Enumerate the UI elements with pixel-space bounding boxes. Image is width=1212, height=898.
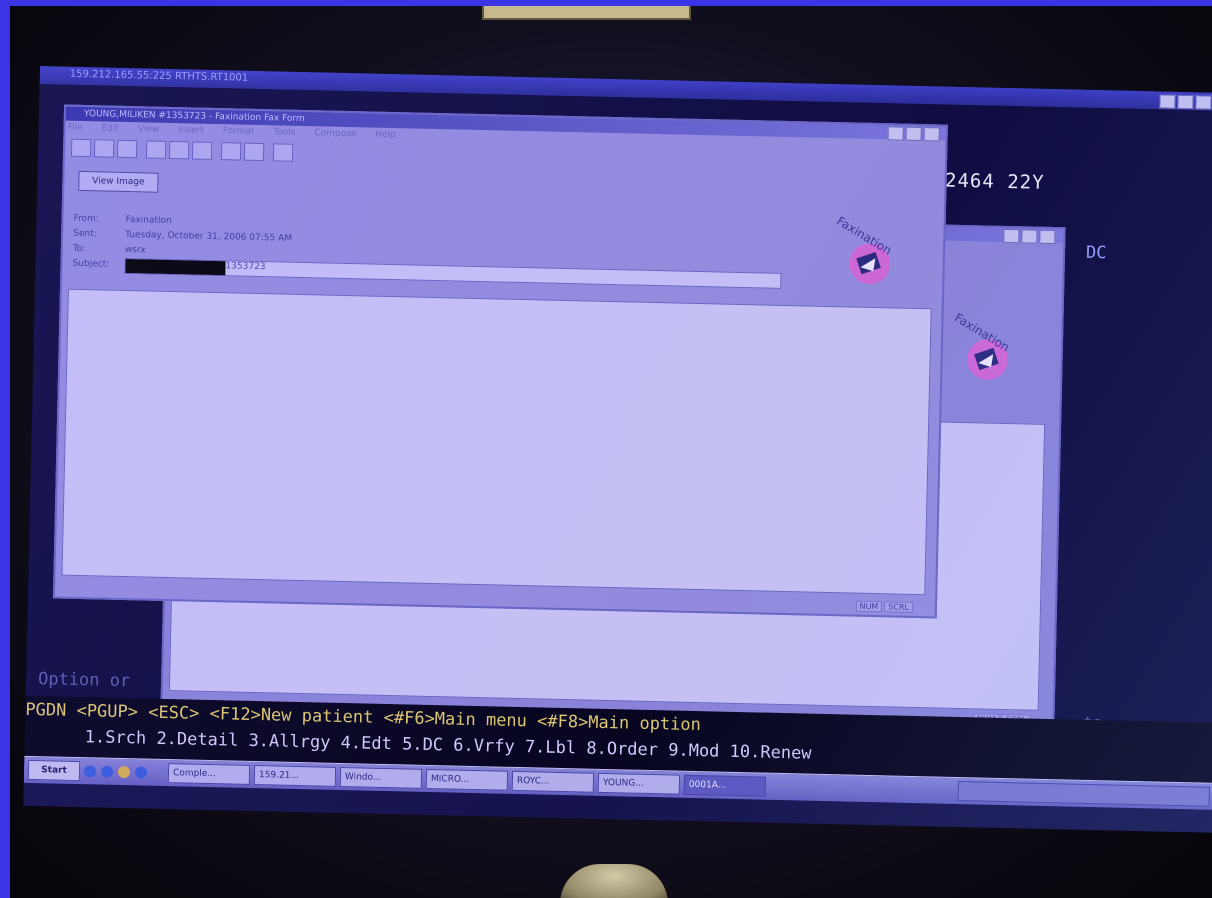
menu-view[interactable]: View (138, 124, 160, 134)
scroll-indicator: SCRL (884, 601, 914, 613)
from-row: From: Faxination (73, 214, 171, 226)
sent-row: Sent: Tuesday, October 31, 2006 07:55 AM (73, 229, 292, 244)
reply-all-icon[interactable] (168, 140, 190, 160)
start-button[interactable]: Start (27, 759, 81, 782)
option-detail[interactable]: 2.Detail (156, 729, 238, 751)
minimize-button[interactable] (1003, 228, 1020, 244)
system-tray (957, 781, 1210, 807)
to-value: wsrx (124, 244, 146, 256)
minimize-button[interactable] (1159, 94, 1176, 109)
menu-help[interactable]: Help (375, 130, 396, 140)
key-pgup[interactable]: <PGUP> (76, 701, 138, 722)
redaction-bar (125, 258, 226, 276)
outlook-icon[interactable] (117, 765, 131, 779)
subject-label: Subject: (72, 258, 110, 270)
sent-label: Sent: (73, 228, 97, 240)
monitor-stand-top (482, 6, 691, 20)
fax-toolbar (70, 138, 294, 162)
maximize-button[interactable] (905, 126, 922, 142)
option-label[interactable]: 7.Lbl (525, 737, 577, 758)
menu-tools[interactable]: Tools (273, 127, 295, 138)
close-button[interactable] (923, 127, 940, 142)
patient-id: 42464 22Y (932, 169, 1045, 194)
num-indicator: NUM (855, 600, 883, 613)
task-micro[interactable]: MICRO... (425, 768, 509, 791)
task-159[interactable]: 159.21... (253, 765, 337, 787)
fax-statusbar: NUM SCRL (855, 600, 914, 613)
subject-row: Subject: (72, 259, 124, 270)
forward-icon[interactable] (191, 141, 213, 160)
delete-icon[interactable] (116, 139, 138, 159)
fax-body[interactable] (61, 288, 932, 596)
terminal-area: 42464 22Y DC Option or ta Faxination (24, 83, 1212, 771)
monitor-screen: 159.212.165.55:225 RTHTS.RT1001 42464 22… (23, 66, 1212, 833)
to-row: To: wsrx (73, 244, 146, 256)
option-order[interactable]: 8.Order (586, 739, 658, 761)
minimize-button[interactable] (887, 126, 904, 141)
task-young[interactable]: YOUNG... (597, 772, 681, 795)
option-row: 1.Srch 2.Detail 3.Allrgy 4.Edt 5.DC 6.Vr… (85, 727, 812, 763)
key-pgdn[interactable]: PGDN (25, 700, 66, 721)
monitor-stand-base (560, 864, 668, 898)
maximize-button[interactable] (1177, 94, 1194, 110)
menu-insert[interactable]: Insert (178, 125, 204, 136)
menu-file[interactable]: File (67, 123, 82, 133)
key-new-patient[interactable]: <F12>New patient (209, 704, 373, 728)
option-dc[interactable]: 5.DC (402, 734, 443, 755)
remote-window-controls (1159, 94, 1212, 110)
menu-edit[interactable]: Edit (101, 123, 119, 133)
task-royc[interactable]: ROYC... (511, 770, 595, 793)
option-allergy[interactable]: 3.Allrgy (248, 731, 330, 753)
option-modify[interactable]: 9.Mod (668, 740, 720, 761)
menu-format[interactable]: Format (223, 126, 255, 137)
option-verify[interactable]: 6.Vrfy (453, 736, 515, 757)
option-prompt: Option or (37, 669, 131, 692)
next-icon[interactable] (243, 142, 265, 162)
close-button[interactable] (1039, 229, 1056, 245)
option-renew[interactable]: 10.Renew (729, 742, 811, 764)
fax-window: YOUNG,MILIKEN #1353723 - Faxination Fax … (52, 104, 948, 619)
search-icon[interactable] (134, 766, 148, 779)
option-search[interactable]: 1.Srch (85, 727, 147, 748)
column-label: DC (1085, 242, 1107, 264)
sent-value: Tuesday, October 31, 2006 07:55 AM (125, 229, 293, 244)
from-value: Faxination (125, 214, 172, 227)
task-0001a[interactable]: 0001A... (683, 774, 767, 797)
menu-compose[interactable]: Compose (314, 128, 356, 139)
option-edit[interactable]: 4.Edt (340, 733, 392, 754)
remote-session-title: 159.212.165.55:225 RTHTS.RT1001 (69, 68, 249, 84)
reply-icon[interactable] (145, 140, 167, 159)
subject-field[interactable]: 1353723 (124, 257, 782, 289)
browser-icon[interactable] (100, 765, 114, 778)
view-image-button[interactable]: View Image (78, 170, 159, 193)
key-esc[interactable]: <ESC> (148, 703, 200, 724)
subject-value: 1353723 (225, 261, 266, 273)
quick-launch (83, 762, 164, 782)
photo-background: 159.212.165.55:225 RTHTS.RT1001 42464 22… (10, 6, 1212, 898)
help-icon[interactable] (272, 143, 294, 162)
key-main-option[interactable]: <#F8>Main option (537, 711, 701, 735)
save-icon[interactable] (93, 139, 115, 158)
key-main-menu[interactable]: <#F6>Main menu (383, 708, 527, 731)
task-comple[interactable]: Comple... (167, 763, 251, 785)
print-icon[interactable] (70, 138, 92, 158)
fax-window-controls (887, 126, 940, 142)
maximize-button[interactable] (1021, 229, 1038, 244)
desktop-icon[interactable] (83, 765, 97, 778)
close-button[interactable] (1195, 95, 1212, 110)
from-label: From: (73, 213, 99, 225)
task-windo[interactable]: Windo... (339, 766, 423, 789)
to-label: To: (72, 243, 86, 255)
previous-icon[interactable] (220, 142, 242, 161)
fax-back-controls (1003, 228, 1056, 245)
